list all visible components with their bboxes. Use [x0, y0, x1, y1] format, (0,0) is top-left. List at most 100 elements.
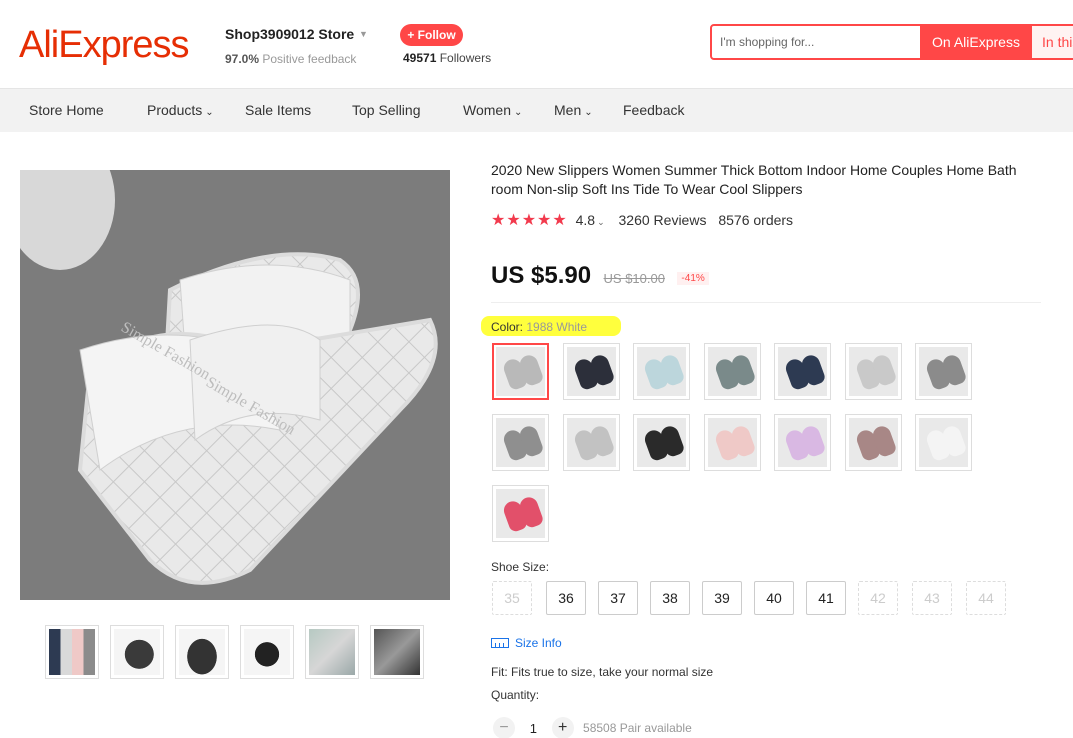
color-label-text: Color: [491, 320, 524, 334]
quantity-value[interactable]: 1 [518, 721, 548, 736]
discount-badge: -41% [677, 272, 709, 285]
feedback-percent: 97.0% [225, 52, 260, 66]
followers-count: 49571 [403, 51, 437, 65]
star-rating-icon: ★★★★★ [491, 212, 568, 229]
increase-button[interactable]: + [551, 717, 574, 738]
chevron-down-icon[interactable]: ⌄ [597, 217, 605, 227]
thumbnail[interactable] [370, 625, 424, 679]
size-info-link[interactable]: Size Info [491, 636, 562, 650]
color-swatch[interactable] [562, 414, 620, 471]
product-title: 2020 New Slippers Women Summer Thick Bot… [491, 162, 1017, 197]
nav-label: Women [463, 102, 511, 118]
swatch-image [707, 418, 757, 467]
size-option[interactable]: 36 [546, 581, 586, 615]
quantity-stepper: − 1 + 58508 Pair available [493, 717, 692, 738]
aliexpress-logo[interactable]: AliExpress [19, 24, 189, 67]
color-swatch[interactable] [492, 485, 549, 542]
swatch-image [496, 489, 545, 538]
chevron-down-icon: ⌄ [584, 107, 593, 118]
thumbnail[interactable] [175, 625, 229, 679]
divider [491, 302, 1041, 303]
store-feedback: 97.0% Positive feedback [225, 52, 356, 66]
color-swatch[interactable] [703, 343, 761, 400]
size-info-label: Size Info [515, 636, 562, 650]
color-swatch[interactable] [492, 414, 549, 471]
color-swatch[interactable] [915, 414, 972, 471]
nav-label: Store Home [29, 102, 104, 118]
size-option[interactable]: 38 [650, 581, 690, 615]
nav-label: Top Selling [352, 102, 421, 118]
chevron-down-icon: ⌄ [513, 107, 523, 118]
chevron-down-icon[interactable]: ▼ [359, 29, 368, 39]
color-swatch[interactable] [633, 414, 690, 471]
size-option[interactable]: 37 [598, 581, 638, 615]
swatch-image [637, 347, 686, 396]
chevron-down-icon: ⌄ [205, 107, 214, 118]
swatch-image [566, 418, 616, 467]
nav-top-selling[interactable]: Top Selling [352, 102, 421, 118]
swatch-image [496, 347, 545, 396]
rating-row: ★★★★★ 4.8 ⌄ 3260 Reviews 8576 orders [491, 210, 793, 230]
swatch-image [637, 418, 686, 467]
nav-feedback[interactable]: Feedback [623, 102, 684, 118]
swatch-image [707, 347, 757, 396]
color-label: Color: 1988 White [481, 316, 621, 336]
followers-text: Followers [439, 51, 492, 65]
nav-label: Sale Items [245, 102, 312, 118]
ruler-icon [491, 638, 509, 648]
nav-men[interactable]: Men ⌄ [554, 102, 593, 118]
swatch-image [778, 347, 827, 396]
swatch-image [778, 418, 827, 467]
size-option[interactable]: 41 [806, 581, 846, 615]
color-swatch[interactable] [915, 343, 972, 400]
size-option[interactable]: 40 [754, 581, 794, 615]
color-swatch[interactable] [492, 343, 549, 400]
color-swatch[interactable] [633, 343, 690, 400]
rating-value[interactable]: 4.8 [576, 212, 595, 228]
color-swatch[interactable] [562, 343, 620, 400]
thumbnail[interactable] [45, 625, 99, 679]
search-input[interactable] [720, 26, 916, 58]
size-option: 43 [912, 581, 952, 615]
quantity-label: Quantity: [491, 688, 540, 702]
price-row: US $5.90 US $10.00 -41% [491, 262, 709, 290]
color-swatch[interactable] [774, 343, 831, 400]
size-option: 44 [966, 581, 1006, 615]
color-value: 1988 White [526, 320, 588, 334]
swatch-image [848, 347, 898, 396]
available-stock: 58508 Pair available [583, 721, 692, 735]
product-main-image[interactable]: Simple Fashion Simple Fashion [20, 170, 450, 600]
swatch-image [496, 418, 545, 467]
nav-women[interactable]: Women ⌄ [463, 102, 522, 118]
size-label: Shoe Size: [491, 560, 550, 574]
nav-products[interactable]: Products ⌄ [147, 102, 214, 118]
thumbnail[interactable] [305, 625, 359, 679]
swatch-image [848, 418, 898, 467]
reviews-count[interactable]: 3260 Reviews [619, 212, 707, 228]
color-swatch[interactable] [774, 414, 831, 471]
color-swatch[interactable] [703, 414, 761, 471]
fit-info: Fit: Fits true to size, take your normal… [491, 665, 714, 679]
search-store-button[interactable]: In this store [1032, 24, 1073, 60]
size-option: 42 [858, 581, 898, 615]
nav-store-home[interactable]: Store Home [29, 102, 104, 118]
store-nav: Store Home Products ⌄ Sale Items Top Sell… [0, 88, 1073, 132]
color-swatch[interactable] [844, 343, 902, 400]
orders-count: 8576 orders [718, 212, 794, 228]
swatch-image [566, 347, 616, 396]
nav-sale-items[interactable]: Sale Items [245, 102, 311, 118]
search-aliexpress-button[interactable]: On AliExpress [920, 24, 1032, 60]
thumbnail[interactable] [240, 625, 294, 679]
nav-label: Products [147, 102, 203, 118]
thumbnail[interactable] [110, 625, 164, 679]
color-swatch[interactable] [844, 414, 902, 471]
followers: 49571 Followers [403, 51, 491, 65]
nav-label: Feedback [623, 102, 685, 118]
feedback-text: Positive feedback [262, 52, 357, 66]
decrease-button[interactable]: − [493, 717, 515, 738]
store-name[interactable]: Shop3909012 Store [225, 26, 354, 42]
size-option[interactable]: 39 [702, 581, 742, 615]
size-option: 35 [492, 581, 532, 615]
follow-button[interactable]: + Follow [400, 24, 463, 46]
current-price: US $5.90 [491, 262, 592, 289]
